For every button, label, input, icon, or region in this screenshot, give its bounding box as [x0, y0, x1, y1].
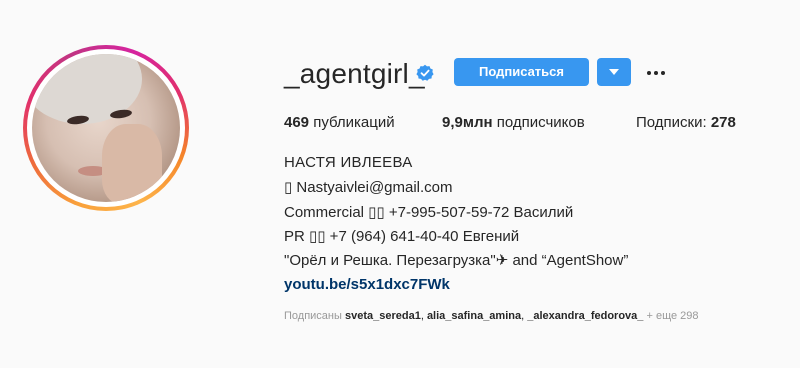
- more-options-icon: [647, 71, 651, 75]
- posts-count: 469 публикаций: [284, 114, 395, 131]
- profile-username: _agentgirl_: [284, 58, 425, 89]
- chevron-down-icon: [609, 69, 619, 75]
- avatar-border: [27, 49, 185, 207]
- followed-by-user[interactable]: alia_safina_amina: [427, 310, 521, 322]
- followed-by[interactable]: Подписаны sveta_sereda1, alia_safina_ami…: [284, 310, 699, 322]
- posts-label: публикаций: [313, 114, 395, 131]
- suggestions-dropdown-button[interactable]: [597, 58, 631, 86]
- more-options-icon: [661, 71, 665, 75]
- followed-by-user[interactable]: _alexandra_fedorova_: [527, 310, 643, 322]
- bio-commercial-contact: Commercial ▯▯ +7-995-507-59-72 Василий: [284, 204, 574, 221]
- avatar-hand: [102, 124, 162, 202]
- following-count[interactable]: Подписки: 278: [636, 114, 736, 131]
- posts-value: 469: [284, 114, 310, 131]
- followed-by-prefix: Подписаны: [284, 310, 342, 322]
- bio-pr-contact: PR ▯▯ +7 (964) 641-40-40 Евгений: [284, 228, 520, 245]
- more-options-icon: [654, 71, 658, 75]
- followed-by-more[interactable]: + еще 298: [646, 310, 698, 322]
- verified-badge-icon: [416, 64, 434, 81]
- bio-website-link[interactable]: youtu.be/s5x1dxc7FWk: [284, 276, 450, 293]
- follow-button[interactable]: Подписаться: [454, 58, 589, 86]
- following-value: 278: [710, 114, 736, 131]
- followed-by-user[interactable]: sveta_sereda1: [345, 310, 421, 322]
- bio-shows: "Орёл и Решка. Перезагрузка"✈ and “Agent…: [284, 252, 629, 269]
- followers-value: 9,9млн: [442, 114, 493, 131]
- profile-avatar[interactable]: [23, 45, 189, 211]
- bio-email: ▯ Nastyaivlei@gmail.com: [284, 179, 453, 196]
- following-label: Подписки:: [636, 114, 707, 131]
- more-options-button[interactable]: [645, 58, 667, 86]
- avatar-photo: [32, 54, 180, 202]
- followers-count[interactable]: 9,9млн подписчиков: [442, 114, 585, 131]
- bio-full-name: НАСТЯ ИВЛЕЕВА: [284, 154, 413, 171]
- followers-label: подписчиков: [496, 114, 585, 131]
